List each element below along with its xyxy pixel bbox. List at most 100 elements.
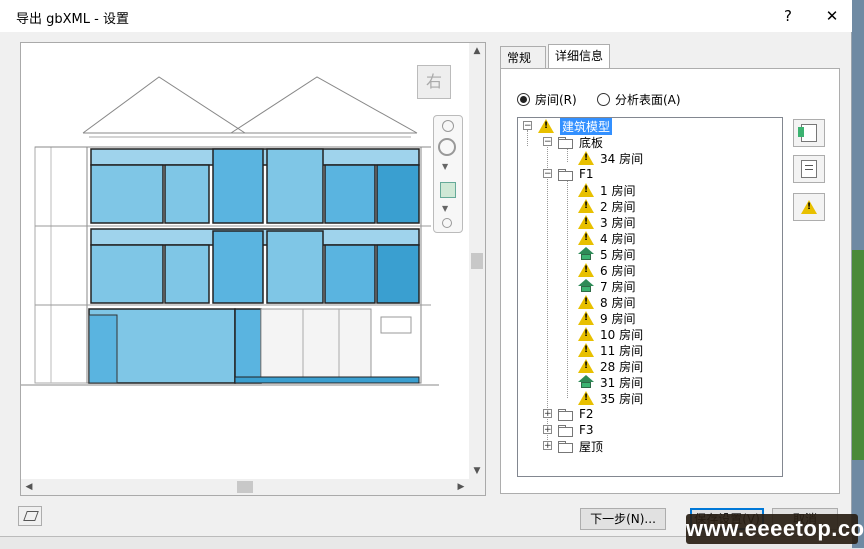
tree-node-group[interactable]: 屋顶 <box>558 438 603 454</box>
warning-icon: ! <box>578 391 594 405</box>
tree-node-room[interactable]: ! 9 房间 <box>578 310 635 326</box>
tree-node-room[interactable]: 7 房间 <box>578 278 635 294</box>
tab-details[interactable]: 详细信息 <box>548 44 610 68</box>
tree-node-label: 35 房间 <box>600 391 644 406</box>
tree-node-group[interactable]: F3 <box>558 422 594 438</box>
clipboard-icon <box>801 160 817 178</box>
model-tree[interactable]: − ! 建筑模型 − 底板 ! 34 房间 − F1 ! 1 房间 ! 2 房间… <box>517 117 783 477</box>
tree-collapse-toggle[interactable]: − <box>543 137 552 147</box>
tree-node-label: F3 <box>579 423 594 437</box>
add-space-button[interactable] <box>793 119 825 147</box>
scroll-right-icon[interactable]: ▶ <box>453 479 469 495</box>
tree-node-room[interactable]: ! 2 房间 <box>578 198 635 214</box>
view-cube-button[interactable]: 右 <box>417 65 451 99</box>
tree-node-room[interactable]: 5 房间 <box>578 246 635 262</box>
warning-icon: ! <box>578 311 594 325</box>
tree-guide <box>527 130 528 146</box>
tree-node-label: 7 房间 <box>600 279 636 294</box>
tree-node-room[interactable]: ! 6 房间 <box>578 262 635 278</box>
warning-icon: ! <box>578 151 594 165</box>
room-icon <box>578 247 594 261</box>
tree-node-room[interactable]: ! 3 房间 <box>578 214 635 230</box>
horizontal-scroll-thumb[interactable] <box>237 481 253 493</box>
next-button[interactable]: 下一步(N)... <box>580 508 666 530</box>
zoom-region-icon[interactable] <box>440 182 456 198</box>
building-elevation <box>21 76 439 386</box>
tree-node-room[interactable]: ! 8 房间 <box>578 294 635 310</box>
tree-node-label: 2 房间 <box>600 199 636 214</box>
scroll-up-icon[interactable]: ▲ <box>469 43 485 59</box>
radio-rooms-indicator[interactable] <box>517 93 530 106</box>
tree-node-room[interactable]: ! 35 房间 <box>578 390 643 406</box>
radio-analytic-surfaces[interactable]: 分析表面(A) <box>597 91 681 108</box>
close-button[interactable]: ✕ <box>818 4 846 28</box>
navbar-options-icon[interactable] <box>442 218 452 228</box>
folder-icon <box>558 408 573 421</box>
preview-vertical-scrollbar[interactable]: ▲ ▼ <box>469 43 485 479</box>
tree-node-room[interactable]: ! 11 房间 <box>578 342 643 358</box>
tree-node-room[interactable]: ! 10 房间 <box>578 326 643 342</box>
details-panel: 房间(R) 分析表面(A) − ! 建筑模型 − 底板 ! 34 房间 − F1… <box>500 68 840 494</box>
cube-icon <box>23 511 39 521</box>
tree-node-room[interactable]: ! 34 房间 <box>578 150 643 166</box>
warning-icon: ! <box>578 231 594 245</box>
warning-icon: ! <box>538 119 554 133</box>
tree-expand-toggle[interactable]: + <box>543 409 552 419</box>
tree-expand-toggle[interactable]: + <box>543 425 552 435</box>
radio-rooms-label: 房间(R) <box>535 93 577 107</box>
radio-analytic-surfaces-label: 分析表面(A) <box>615 93 681 107</box>
tree-guide <box>547 138 548 446</box>
tree-node-label: 4 房间 <box>600 231 636 246</box>
scroll-corner <box>469 479 485 495</box>
vertical-scroll-thumb[interactable] <box>471 253 483 269</box>
3d-view-button[interactable] <box>18 506 42 526</box>
tree-node-label: 34 房间 <box>600 151 644 166</box>
tree-node-room[interactable]: 31 房间 <box>578 374 643 390</box>
scroll-down-icon[interactable]: ▼ <box>469 463 485 479</box>
document-add-icon <box>798 124 817 142</box>
watermark-text: www.eeeetop.com <box>686 514 864 544</box>
tree-collapse-toggle[interactable]: − <box>543 169 552 179</box>
folder-icon <box>558 440 573 453</box>
preview-horizontal-scrollbar[interactable]: ◀ ▶ <box>21 479 469 495</box>
radio-analytic-surfaces-indicator[interactable] <box>597 93 610 106</box>
title-bar: 导出 gbXML - 设置 ? ✕ <box>0 0 852 32</box>
radio-rooms[interactable]: 房间(R) <box>517 91 577 108</box>
folder-icon <box>558 424 573 437</box>
tree-guide <box>567 178 568 398</box>
navigation-bar[interactable]: ▼ ▼ <box>433 115 463 233</box>
steering-wheel-icon[interactable] <box>438 138 456 156</box>
help-button[interactable]: ? <box>774 4 802 28</box>
warning-icon: ! <box>578 359 594 373</box>
chevron-down-icon[interactable]: ▼ <box>442 204 448 213</box>
tree-node-label: 建筑模型 <box>560 118 613 135</box>
navbar-close-icon[interactable] <box>442 120 454 132</box>
tree-expand-toggle[interactable]: + <box>543 441 552 451</box>
warnings-button[interactable]: ! <box>793 193 825 221</box>
properties-button[interactable] <box>793 155 825 183</box>
scroll-left-icon[interactable]: ◀ <box>21 479 37 495</box>
tree-node-group[interactable]: 底板 <box>558 134 603 150</box>
folder-icon <box>558 136 573 149</box>
tree-node-room[interactable]: ! 1 房间 <box>578 182 635 198</box>
tree-node-label: 8 房间 <box>600 295 636 310</box>
tree-node-group[interactable]: F1 <box>558 166 594 182</box>
tab-general[interactable]: 常规 <box>500 46 546 68</box>
tree-node-label: 31 房间 <box>600 375 644 390</box>
tree-node-group[interactable]: F2 <box>558 406 594 422</box>
tree-node-label: 底板 <box>579 135 604 150</box>
tree-node-root[interactable]: ! 建筑模型 <box>538 118 613 135</box>
tree-node-label: 屋顶 <box>579 439 604 454</box>
room-icon <box>578 375 594 389</box>
tree-node-label: 1 房间 <box>600 183 636 198</box>
background-map-strip <box>852 250 864 460</box>
tree-node-label: F2 <box>579 407 594 421</box>
room-icon <box>578 279 594 293</box>
tree-node-room[interactable]: ! 4 房间 <box>578 230 635 246</box>
tree-node-label: 9 房间 <box>600 311 636 326</box>
chevron-down-icon[interactable]: ▼ <box>442 162 448 171</box>
tree-collapse-toggle[interactable]: − <box>523 121 532 131</box>
model-preview-view[interactable]: 右 ▼ ▼ ▲ ▼ ◀ ▶ <box>20 42 486 496</box>
tree-node-room[interactable]: ! 28 房间 <box>578 358 643 374</box>
tree-node-label: 3 房间 <box>600 215 636 230</box>
